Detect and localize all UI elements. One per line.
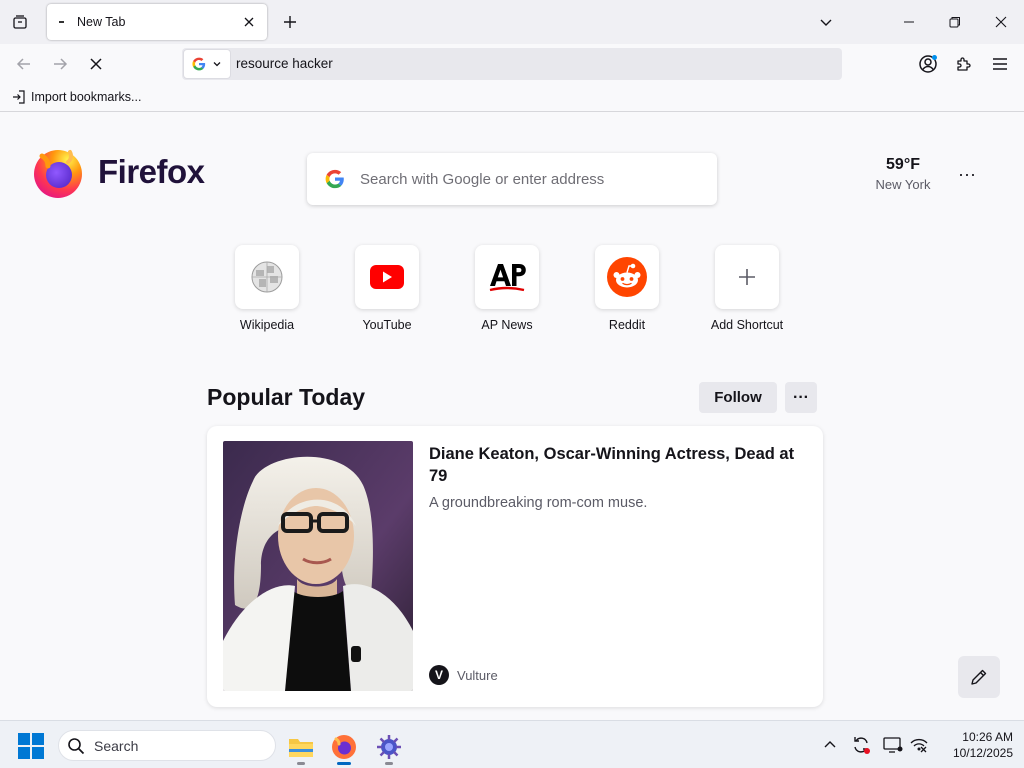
new-tab-page: Firefox Search with Google or enter addr… [0,113,1024,720]
shortcut-label: YouTube [362,318,412,332]
system-clock[interactable]: 10:26 AM 10/12/2025 [935,729,1013,761]
app-indicator [337,762,351,765]
popular-today-heading: Popular Today [207,384,366,410]
gear-bug-icon [377,735,401,759]
file-explorer-taskbar-button[interactable] [283,729,319,765]
shortcut-tile[interactable] [355,245,419,309]
address-bar[interactable]: resource hacker [182,48,842,80]
network-disconnected-icon[interactable] [909,735,929,755]
shortcut-ap-news[interactable]: AP News [457,245,557,332]
wikipedia-globe-icon [251,261,283,293]
sync-update-icon[interactable] [851,735,871,755]
tab-list-icon[interactable] [8,10,32,34]
windows-taskbar: Search 10:26 AM 10/12/2025 [0,720,1024,768]
hamburger-menu-icon[interactable] [988,52,1012,76]
shortcut-reddit[interactable]: Reddit [577,245,677,332]
story-card[interactable]: Diane Keaton, Oscar-Winning Actress, Dea… [207,426,823,707]
search-icon [68,737,85,754]
follow-button[interactable]: Follow [699,382,777,413]
ap-news-logo-icon [489,264,526,292]
import-bookmarks-label: Import bookmarks... [31,90,142,104]
story-headline[interactable]: Diane Keaton, Oscar-Winning Actress, Dea… [429,443,799,487]
tab-title: New Tab [77,15,126,29]
shortcut-youtube[interactable]: YouTube [337,245,437,332]
story-source-name: Vulture [457,667,498,683]
shortcut-tile[interactable] [235,245,299,309]
extensions-puzzle-icon[interactable] [952,52,976,76]
stop-loading-icon[interactable] [84,52,108,76]
shortcut-label: Wikipedia [239,318,295,332]
bookmarks-toolbar: Import bookmarks... [0,84,1024,112]
story-excerpt: A groundbreaking rom-com muse. [429,495,648,511]
story-photo [223,441,413,691]
google-icon [192,57,206,71]
search-placeholder: Search with Google or enter address [360,171,605,188]
shortcut-tile[interactable] [595,245,659,309]
shortcut-label: Add Shortcut [710,318,784,332]
weather-city: New York [875,177,931,192]
newtab-search-box[interactable]: Search with Google or enter address [307,153,717,205]
section-menu-button[interactable]: ··· [785,382,817,413]
display-icon[interactable] [883,735,903,755]
shortcut-wikipedia[interactable]: Wikipedia [217,245,317,332]
shortcut-tile[interactable] [715,245,779,309]
shortcut-label: Reddit [608,318,646,332]
firefox-logo-icon [34,150,82,198]
forward-arrow-icon[interactable] [48,52,72,76]
firefox-taskbar-button[interactable] [326,729,362,765]
back-arrow-icon[interactable] [12,52,36,76]
weather-temperature: 59°F [886,156,920,173]
windows-start-icon[interactable] [18,733,44,759]
vulture-logo-icon: V [429,665,449,685]
navigation-toolbar: resource hacker [0,44,1024,84]
youtube-play-icon [370,265,404,289]
minimize-window-icon[interactable] [886,0,932,44]
firefox-wordmark: Firefox [98,153,205,190]
tab-new-tab[interactable]: New Tab [47,4,267,40]
tab-bar: New Tab [0,0,1024,44]
story-source: V Vulture [429,665,498,685]
chevron-down-icon[interactable] [814,10,838,34]
new-tab-plus-icon[interactable] [278,10,302,34]
firefox-icon [332,735,356,759]
resource-hacker-taskbar-button[interactable] [371,729,407,765]
customize-pencil-icon[interactable] [958,656,1000,698]
close-tab-icon[interactable] [239,12,259,32]
import-bookmarks-button[interactable]: Import bookmarks... [12,90,141,104]
weather-widget[interactable]: 59°F New York [868,156,938,192]
shortcut-label: AP News [481,318,533,332]
shortcut-tile[interactable] [475,245,539,309]
plus-icon [739,269,755,285]
account-icon[interactable] [916,52,940,76]
url-input[interactable]: resource hacker [236,56,333,71]
close-window-icon[interactable] [978,0,1024,44]
weather-menu-button[interactable]: ··· [953,162,981,186]
chevron-down-icon [213,62,221,67]
taskbar-search-box[interactable]: Search [58,730,276,761]
add-shortcut-button[interactable]: Add Shortcut [697,245,797,332]
google-icon [325,169,344,189]
app-indicator [297,762,305,765]
taskbar-search-label: Search [94,737,139,754]
restore-window-icon[interactable] [932,0,978,44]
folder-icon [289,739,313,757]
chevron-up-icon[interactable] [820,735,840,755]
tab-loading-icon [59,21,64,23]
reddit-alien-icon [607,257,647,297]
import-icon [13,90,25,104]
search-engine-selector[interactable] [183,49,231,79]
app-indicator [385,762,393,765]
clock-date: 10/12/2025 [952,746,1013,760]
clock-time: 10:26 AM [962,730,1013,744]
